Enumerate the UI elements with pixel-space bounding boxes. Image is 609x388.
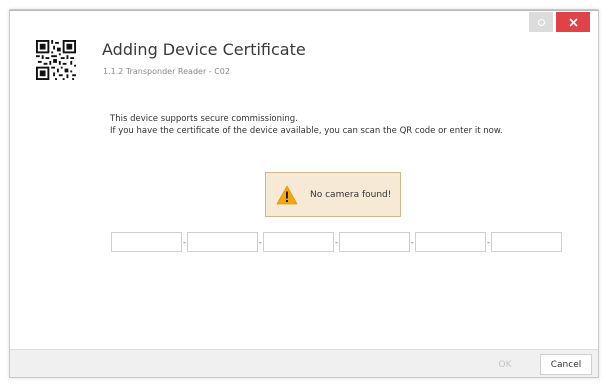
certificate-input-row: - - - - - xyxy=(111,232,566,252)
certificate-field-6[interactable] xyxy=(491,232,562,252)
restore-button[interactable] xyxy=(529,12,553,32)
dialog-footer: OK Cancel xyxy=(10,349,598,377)
certificate-field-5[interactable] xyxy=(415,232,486,252)
no-camera-warning: No camera found! xyxy=(265,172,401,217)
dialog-window: Adding Device Certificate 1.1.2 Transpon… xyxy=(9,9,599,378)
certificate-field-2[interactable] xyxy=(187,232,258,252)
device-subtitle: 1.1.2 Transponder Reader - C02 xyxy=(103,67,230,76)
description-line-1: This device supports secure commissionin… xyxy=(110,114,298,124)
warning-triangle-icon xyxy=(276,185,298,204)
certificate-field-3[interactable] xyxy=(263,232,334,252)
description: This device supports secure commissionin… xyxy=(110,113,503,137)
qr-code-icon xyxy=(36,40,76,80)
ok-button[interactable]: OK xyxy=(482,354,528,375)
certificate-field-1[interactable] xyxy=(111,232,182,252)
restore-icon xyxy=(537,18,545,26)
cancel-button[interactable]: Cancel xyxy=(540,354,592,375)
description-line-2: If you have the certificate of the devic… xyxy=(110,126,503,136)
dialog-title: Adding Device Certificate xyxy=(102,40,306,59)
window-top-border xyxy=(10,10,598,11)
close-button[interactable] xyxy=(556,12,590,32)
certificate-field-4[interactable] xyxy=(339,232,410,252)
window-controls xyxy=(529,12,590,32)
warning-text: No camera found! xyxy=(310,189,392,200)
close-icon xyxy=(568,17,578,27)
